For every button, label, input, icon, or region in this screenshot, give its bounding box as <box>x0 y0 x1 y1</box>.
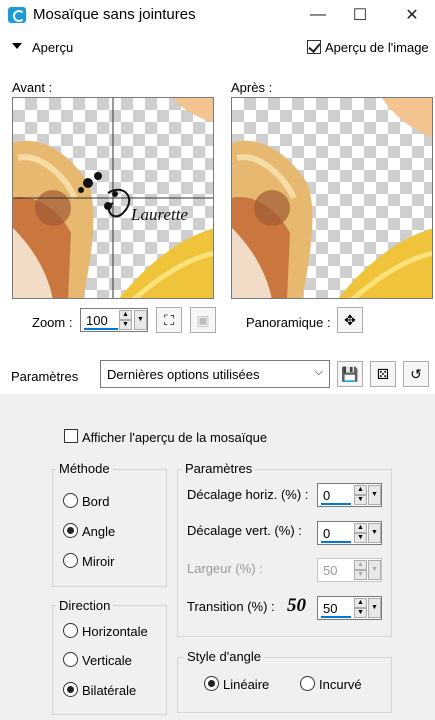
method-label-miroir[interactable]: Miroir <box>82 554 115 569</box>
title-bar: Mosaïque sans jointures — ☐ ✕ <box>0 0 435 30</box>
transition-spin-down[interactable]: ▼ <box>354 608 367 618</box>
corner-radio-incurve[interactable] <box>300 676 315 691</box>
zoom-actual-button[interactable]: ▣ <box>190 307 216 333</box>
width-label: Largeur (%) : <box>187 561 263 576</box>
tile-preview-checkbox[interactable] <box>64 429 78 443</box>
direction-label-horizontale[interactable]: Horizontale <box>82 624 148 639</box>
v-offset-label: Décalage vert. (%) : <box>187 523 302 538</box>
direction-label-verticale[interactable]: Verticale <box>82 653 132 668</box>
corner-label-incurve[interactable]: Incurvé <box>319 677 362 692</box>
move-icon: ✥ <box>344 311 356 328</box>
transition-input[interactable]: 50 ▲ ▼ ▼ <box>317 596 382 620</box>
before-label: Avant : <box>12 80 53 95</box>
presets-label: Paramètres <box>11 369 79 384</box>
dice-icon: ⚄ <box>376 365 390 382</box>
watermark-text: Laurette <box>130 205 188 224</box>
width-value: 50 <box>323 563 338 578</box>
close-button[interactable]: ✕ <box>389 0 435 30</box>
image-preview-label[interactable]: Aperçu de l'image <box>325 40 429 55</box>
h-offset-label: Décalage horiz. (%) : <box>187 487 309 502</box>
v-offset-input[interactable]: 0 ▲ ▼ ▼ <box>317 521 382 545</box>
h-offset-spin-down[interactable]: ▼ <box>354 495 367 505</box>
transition-underline <box>321 616 351 618</box>
zoom-value: 100 <box>86 313 108 328</box>
before-preview[interactable]: Laurette <box>12 97 214 299</box>
presets-dropdown[interactable]: Dernières options utilisées ⌵ <box>100 360 330 388</box>
actual-size-icon: ▣ <box>196 311 210 328</box>
save-preset-button[interactable]: 💾 <box>337 361 363 387</box>
method-radio-angle[interactable] <box>63 523 78 538</box>
minimize-button[interactable]: — <box>295 0 341 30</box>
app-icon <box>8 7 26 23</box>
corner-style-title: Style d'angle <box>184 649 265 664</box>
h-offset-input[interactable]: 0 ▲ ▼ ▼ <box>317 483 382 507</box>
presets-bar: Paramètres Dernières options utilisées ⌵… <box>0 356 435 394</box>
transition-spin-up[interactable]: ▲ <box>354 598 367 608</box>
transition-value: 50 <box>323 601 338 616</box>
direction-radio-bilaterale[interactable] <box>63 682 78 697</box>
maximize-button[interactable]: ☐ <box>337 0 383 30</box>
h-offset-value: 0 <box>323 488 331 503</box>
h-offset-underline <box>321 503 351 505</box>
v-offset-value: 0 <box>323 526 331 541</box>
tile-preview-label[interactable]: Afficher l'aperçu de la mosaïque <box>82 430 267 445</box>
zoom-spin-down[interactable]: ▼ <box>119 320 132 330</box>
direction-radio-verticale[interactable] <box>63 652 78 667</box>
before-preview-image: Laurette <box>13 98 213 298</box>
zoom-fit-button[interactable]: ⛶ <box>156 307 182 333</box>
width-spin-down: ▼ <box>354 570 367 580</box>
reset-icon: ↺ <box>410 365 422 382</box>
pan-label: Panoramique : <box>246 315 331 330</box>
fit-icon: ⛶ <box>164 311 174 328</box>
h-offset-dropdown[interactable]: ▼ <box>368 485 381 505</box>
zoom-dropdown[interactable]: ▼ <box>134 310 147 330</box>
transition-dropdown[interactable]: ▼ <box>368 598 381 618</box>
width-spin-up: ▲ <box>354 560 367 570</box>
transition-label: Transition (%) : <box>187 599 275 614</box>
zoom-label: Zoom : <box>32 315 73 330</box>
window-title: Mosaïque sans jointures <box>33 6 196 23</box>
after-label: Après : <box>231 80 273 95</box>
preview-section-label[interactable]: Aperçu <box>32 40 73 55</box>
pan-button[interactable]: ✥ <box>337 307 363 333</box>
parameters-title: Paramètres <box>182 461 256 476</box>
method-label-angle[interactable]: Angle <box>82 524 115 539</box>
width-input: 50 ▲ ▼ ▼ <box>317 558 382 582</box>
zoom-input[interactable]: 100 ▲ ▼ ▼ <box>80 308 148 332</box>
after-preview <box>231 97 433 299</box>
save-icon: 💾 <box>341 365 359 382</box>
zoom-underline <box>84 328 118 330</box>
method-radio-bord[interactable] <box>63 493 78 508</box>
h-offset-spin-up[interactable]: ▲ <box>354 485 367 495</box>
chevron-down-icon: ⌵ <box>314 366 323 378</box>
v-offset-underline <box>321 541 351 543</box>
zoom-spin-up[interactable]: ▲ <box>119 310 132 320</box>
v-offset-dropdown[interactable]: ▼ <box>368 523 381 543</box>
corner-label-lineaire[interactable]: Linéaire <box>223 677 269 692</box>
direction-label-bilaterale[interactable]: Bilatérale <box>82 683 136 698</box>
transition-annotation: 50 <box>287 595 306 616</box>
corner-radio-lineaire[interactable] <box>204 676 219 691</box>
method-label-bord[interactable]: Bord <box>82 494 109 509</box>
direction-radio-horizontale[interactable] <box>63 623 78 638</box>
method-radio-miroir[interactable] <box>63 553 78 568</box>
after-preview-image <box>232 98 432 298</box>
v-offset-spin-down[interactable]: ▼ <box>354 533 367 543</box>
width-dropdown: ▼ <box>368 560 381 580</box>
collapse-arrow-icon[interactable] <box>12 43 22 49</box>
presets-selected: Dernières options utilisées <box>107 367 260 382</box>
random-preset-button[interactable]: ⚄ <box>370 361 396 387</box>
direction-title: Direction <box>56 598 114 613</box>
method-title: Méthode <box>56 461 113 476</box>
v-offset-spin-up[interactable]: ▲ <box>354 523 367 533</box>
reset-preset-button[interactable]: ↺ <box>403 361 429 387</box>
image-preview-checkbox[interactable] <box>307 40 321 54</box>
